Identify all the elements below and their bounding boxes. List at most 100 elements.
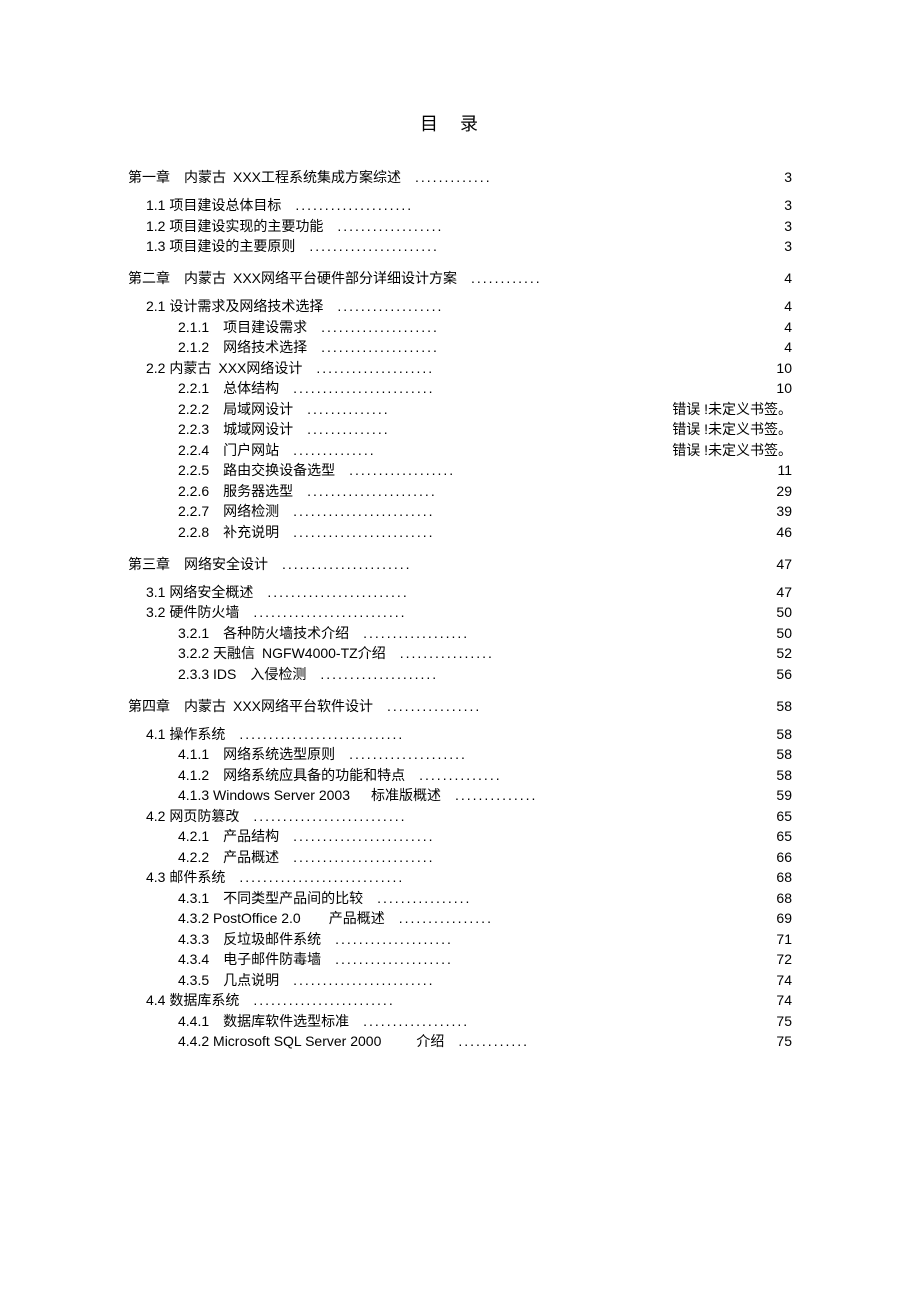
toc-entry: 4.3.3 反垃圾邮件系统....................71 [128, 932, 792, 946]
toc-entry-label: 1.3 项目建设的主要原则 [146, 239, 295, 253]
toc-entry: 2.3.3 IDS 入侵检测.................... 56 [128, 667, 792, 681]
toc-entry: 2.1.1 项目建设需求....................4 [128, 320, 792, 334]
toc-entry-label: 2.2.8 补充说明 [178, 525, 279, 539]
toc-entry-page: 52 [672, 646, 792, 660]
toc-entry-label: 4.4 数据库系统 [146, 993, 239, 1007]
toc-entry-label: 2.1.2 网络技术选择 [178, 340, 307, 354]
toc-entry-page: 68 [672, 870, 792, 884]
toc-entry-label: 2.2.5 路由交换设备选型 [178, 463, 335, 477]
toc-entry-page: 4 [672, 320, 792, 334]
toc-entry-label: 4.3.5 几点说明 [178, 973, 279, 987]
toc-leader-dots: .................. [337, 219, 443, 233]
toc-entry-label: 2.1.1 项目建设需求 [178, 320, 307, 334]
toc-entry-label: 1.1 项目建设总体目标 [146, 198, 281, 212]
toc-leader-dots: ........................ [293, 829, 434, 843]
toc-entry-page: 47 [672, 585, 792, 599]
toc-entry: 2.2.7 网络检测........................39 [128, 504, 792, 518]
toc-entry: 3.2.2 天融信 NGFW4000-TZ介绍................ 5… [128, 646, 792, 660]
toc-entry-page: 69 [672, 911, 792, 925]
toc-entry-page: 10 [672, 381, 792, 395]
toc-entry-page: 75 [672, 1014, 792, 1028]
toc-entry-page: 74 [672, 973, 792, 987]
toc-leader-dots: ........................ [293, 525, 434, 539]
toc-entry-page: 59 [672, 788, 792, 802]
toc-entry-label: 2.3.3 IDS 入侵检测 [178, 667, 306, 681]
toc-entry-label: 4.2 网页防篡改 [146, 809, 239, 823]
toc-entry-page: 11 [672, 463, 792, 477]
toc-entry: 4.4 数据库系统........................74 [128, 993, 792, 1007]
toc-entry: 4.1 操作系统............................58 [128, 727, 792, 741]
toc-entry-page: 65 [672, 829, 792, 843]
toc-entry: 4.3.4 电子邮件防毒墙....................72 [128, 952, 792, 966]
toc-entry-page: 50 [672, 605, 792, 619]
toc-entry: 4.1.1 网络系统选型原则....................58 [128, 747, 792, 761]
toc-entry: 3.2 硬件防火墙..........................50 [128, 605, 792, 619]
toc-entry-page: 3 [672, 198, 792, 212]
toc-leader-dots: ...................... [282, 557, 412, 571]
toc-entry-page: 4 [672, 340, 792, 354]
toc-entry-label: 4.2.1 产品结构 [178, 829, 279, 843]
toc-leader-dots: .............. [307, 422, 389, 436]
toc-entry: 4.3.5 几点说明........................ 74 [128, 973, 792, 987]
toc-leader-dots: .................... [321, 340, 439, 354]
toc-entry-label: 4.3.1 不同类型产品间的比较 [178, 891, 363, 905]
toc-leader-dots: ................ [377, 891, 471, 905]
toc-leader-dots: .............. [455, 788, 537, 802]
toc-leader-dots: .................. [363, 626, 469, 640]
toc-entry-label: 1.2 项目建设实现的主要功能 [146, 219, 323, 233]
toc-entry-label: 4.1.3 Windows Server 2003 标准版概述 [178, 788, 441, 802]
toc-entry-label: 3.2.2 天融信 NGFW4000-TZ介绍 [178, 646, 386, 660]
toc-leader-dots: .................... [349, 747, 467, 761]
toc-leader-dots: ........................ [267, 585, 408, 599]
toc-leader-dots: .................... [320, 667, 438, 681]
toc-entry-page: 58 [672, 699, 792, 713]
toc-entry: 2.2 内蒙古 XXX网络设计....................10 [128, 361, 792, 375]
toc-entry: 第一章 内蒙古 XXX工程系统集成方案综述.............3 [128, 170, 792, 184]
toc-leader-dots: .............. [419, 768, 501, 782]
toc-leader-dots: ...................... [309, 239, 439, 253]
toc-entry: 2.2.3 城域网设计..............错误 !未定义书签。 [128, 422, 792, 436]
toc-entry-page: 47 [672, 557, 792, 571]
page-title: 目录 [128, 110, 792, 136]
toc-entry-page: 29 [672, 484, 792, 498]
toc-entry-label: 2.2.4 门户网站 [178, 443, 279, 457]
toc-leader-dots: ........................ [293, 973, 434, 987]
toc-leader-dots: ................ [400, 646, 494, 660]
toc-entry-page: 56 [672, 667, 792, 681]
toc-entry-label: 2.2 内蒙古 XXX网络设计 [146, 361, 302, 375]
toc-entry: 2.2.5 路由交换设备选型..................11 [128, 463, 792, 477]
toc-entry-page: 58 [672, 747, 792, 761]
toc-entry: 4.3 邮件系统............................68 [128, 870, 792, 884]
toc-entry: 3.1 网络安全概述........................ 47 [128, 585, 792, 599]
toc-entry: 4.2.1 产品结构........................ 65 [128, 829, 792, 843]
toc-entry-page: 4 [672, 271, 792, 285]
toc-entry-page: 3 [672, 170, 792, 184]
toc-entry-page: 39 [672, 504, 792, 518]
toc-entry: 2.1 设计需求及网络技术选择..................4 [128, 299, 792, 313]
toc-entry-label: 第三章 网络安全设计 [128, 557, 268, 571]
toc-entry-label: 4.1.2 网络系统应具备的功能和特点 [178, 768, 405, 782]
toc-leader-dots: .................. [363, 1014, 469, 1028]
toc-entry-page: 4 [672, 299, 792, 313]
toc-entry-label: 第二章 内蒙古 XXX网络平台硬件部分详细设计方案 [128, 271, 457, 285]
toc-leader-dots: ............................ [239, 870, 404, 884]
toc-leader-dots: ........................ [253, 993, 394, 1007]
toc-entry-label: 3.2 硬件防火墙 [146, 605, 239, 619]
toc-entry-page: 错误 !未定义书签。 [642, 443, 792, 457]
toc-entry-page: 错误 !未定义书签。 [642, 402, 792, 416]
toc-leader-dots: .................... [316, 361, 434, 375]
toc-entry: 4.4.2 Microsoft SQL Server 2000 介绍......… [128, 1034, 792, 1048]
toc-entry: 4.2.2 产品概述........................66 [128, 850, 792, 864]
toc-entry-label: 2.2.6 服务器选型 [178, 484, 293, 498]
toc-leader-dots: ...................... [307, 484, 437, 498]
toc-entry-label: 4.2.2 产品概述 [178, 850, 279, 864]
toc-entry-page: 50 [672, 626, 792, 640]
toc-entry: 2.1.2 网络技术选择.................... 4 [128, 340, 792, 354]
toc-entry-label: 3.1 网络安全概述 [146, 585, 253, 599]
toc-entry: 2.2.6 服务器选型...................... 29 [128, 484, 792, 498]
toc-entry-page: 66 [672, 850, 792, 864]
toc-entry-label: 4.4.1 数据库软件选型标准 [178, 1014, 349, 1028]
toc-leader-dots: .......................... [253, 809, 406, 823]
toc-entry-page: 71 [672, 932, 792, 946]
toc-leader-dots: .................... [335, 932, 453, 946]
